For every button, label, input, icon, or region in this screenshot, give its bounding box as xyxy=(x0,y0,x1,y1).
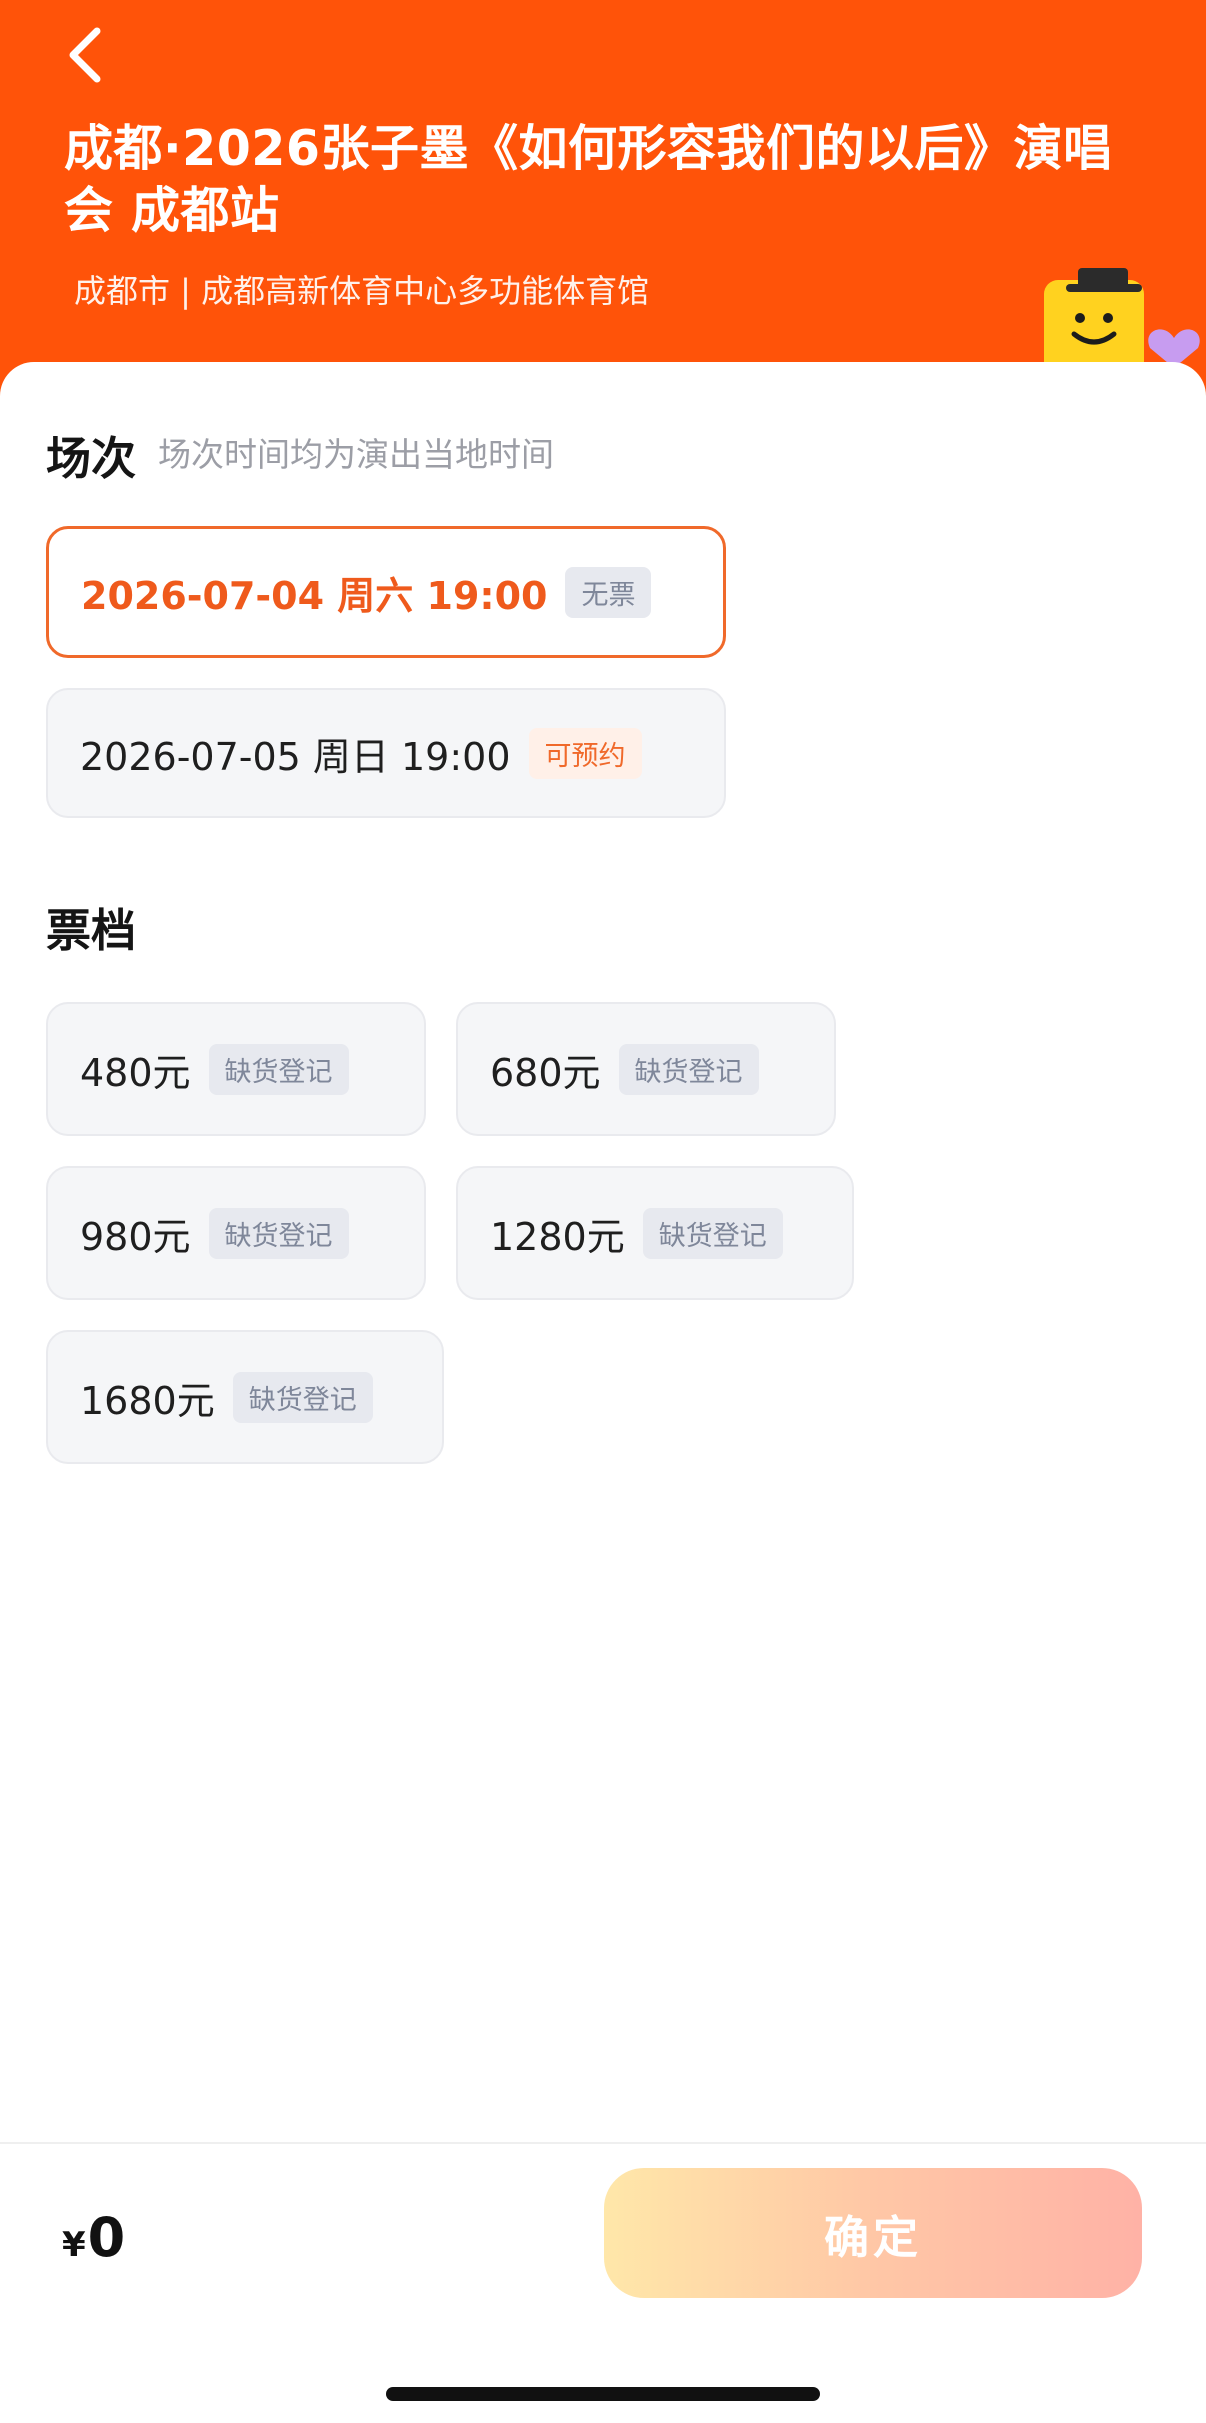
chevron-left-icon xyxy=(65,25,105,89)
total-price: ¥0 xyxy=(62,2206,125,2269)
ticket-selection-screen: 成都·2026张子墨《如何形容我们的以后》演唱会 成都站 成都市 | 成都高新体… xyxy=(0,0,1206,2423)
tier-price: 1280元 xyxy=(490,1214,625,1259)
home-indicator xyxy=(386,2387,820,2401)
tier-option[interactable]: 1280元 缺货登记 xyxy=(456,1166,854,1300)
waitlist-tag: 缺货登记 xyxy=(642,1207,783,1259)
tier-price: 1680元 xyxy=(80,1378,215,1423)
waitlist-tag: 缺货登记 xyxy=(232,1371,373,1423)
tier-option[interactable]: 680元 缺货登记 xyxy=(456,1002,836,1136)
total-amount: 0 xyxy=(87,2206,126,2269)
tier-option[interactable]: 1680元 缺货登记 xyxy=(46,1330,444,1464)
event-title: 成都·2026张子墨《如何形容我们的以后》演唱会 成都站 xyxy=(64,120,1113,239)
sessions-heading: 场次 xyxy=(46,432,137,485)
tier-price: 480元 xyxy=(80,1050,191,1095)
options-panel: 场次 场次时间均为演出当地时间 2026-07-04 周六 19:00 无票 2… xyxy=(0,362,1206,2142)
bottom-action-bar: ¥0 确定 xyxy=(0,2142,1206,2423)
sessions-hint: 场次时间均为演出当地时间 xyxy=(158,435,554,474)
tier-option[interactable]: 480元 缺货登记 xyxy=(46,1002,426,1136)
session-date-text: 2026-07-05 周日 19:00 xyxy=(80,734,511,779)
tiers-heading: 票档 xyxy=(46,904,137,957)
currency-symbol: ¥ xyxy=(62,2225,86,2265)
tier-price: 980元 xyxy=(80,1214,191,1259)
mascot-illustration xyxy=(1030,250,1206,390)
back-button[interactable] xyxy=(50,22,120,92)
session-date-text: 2026-07-04 周六 19:00 xyxy=(81,573,548,618)
waitlist-tag: 缺货登记 xyxy=(618,1043,759,1095)
waitlist-tag: 缺货登记 xyxy=(208,1043,349,1095)
event-venue: 成都市 | 成都高新体育中心多功能体育馆 xyxy=(74,272,650,310)
session-status-tag: 可预约 xyxy=(528,727,642,779)
session-status-tag: 无票 xyxy=(565,566,652,618)
tier-option[interactable]: 980元 缺货登记 xyxy=(46,1166,426,1300)
confirm-button[interactable]: 确定 xyxy=(604,2168,1142,2298)
tier-price: 680元 xyxy=(490,1050,601,1095)
waitlist-tag: 缺货登记 xyxy=(208,1207,349,1259)
session-option-selected[interactable]: 2026-07-04 周六 19:00 无票 xyxy=(46,526,726,658)
session-option[interactable]: 2026-07-05 周日 19:00 可预约 xyxy=(46,688,726,818)
